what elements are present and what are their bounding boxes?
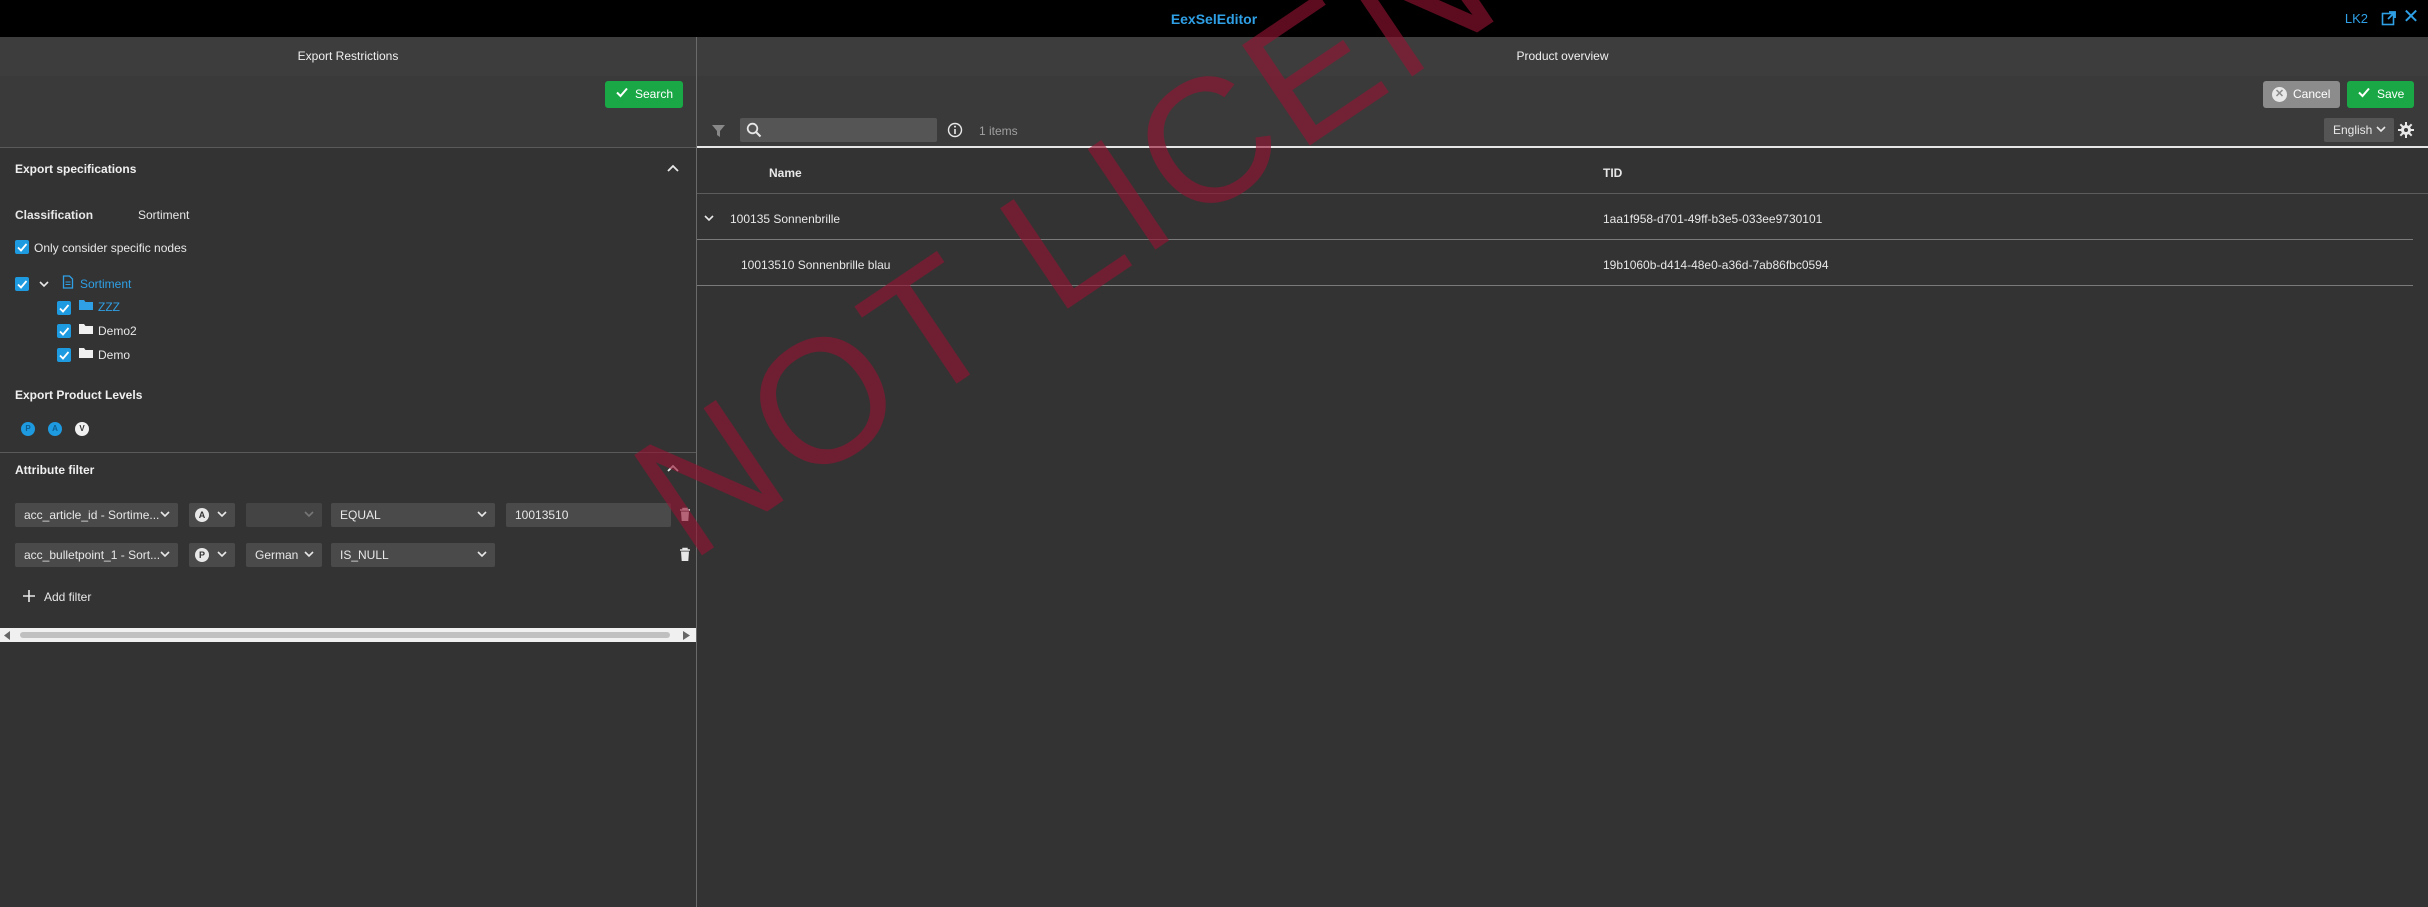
cancel-button[interactable]: ✕ Cancel (2263, 81, 2341, 108)
search-button[interactable]: Search (605, 81, 684, 108)
folder-icon (79, 348, 93, 358)
only-specific-nodes-label: Only consider specific nodes (34, 241, 187, 255)
tree-node-zzz[interactable]: ZZZ (98, 300, 120, 314)
search-input[interactable] (740, 118, 937, 142)
trash-icon[interactable] (679, 507, 691, 522)
tree-checkbox-demo[interactable] (57, 348, 71, 362)
only-specific-nodes-checkbox[interactable] (15, 240, 29, 254)
horizontal-scrollbar[interactable] (0, 628, 696, 642)
folder-icon (79, 300, 93, 310)
cancel-button-label: Cancel (2293, 87, 2331, 101)
export-restrictions-panel: Export Restrictions Search Export specif… (0, 37, 696, 907)
export-specifications-title: Export specifications (15, 162, 137, 176)
filter-attribute-select[interactable]: acc_bulletpoint_1 - Sort... (15, 543, 178, 567)
row-tid: 19b1060b-d414-48e0-a36d-7ab86fbc0594 (1603, 258, 1829, 272)
tree-node-demo2[interactable]: Demo2 (98, 324, 137, 338)
filter-level-select[interactable]: P (189, 543, 235, 567)
item-count: 1 items (979, 124, 1018, 138)
chevron-down-icon[interactable] (703, 213, 715, 223)
check-icon (616, 87, 628, 98)
document-icon (62, 275, 74, 289)
cancel-icon: ✕ (2272, 87, 2287, 102)
export-restrictions-header: Export Restrictions (0, 37, 696, 76)
filter-level-select[interactable]: A (189, 503, 235, 527)
tree-checkbox-sortiment[interactable] (15, 277, 29, 291)
app-title: EexSelEditor (1170, 11, 1258, 27)
scrollbar-thumb[interactable] (20, 632, 670, 638)
trash-icon[interactable] (679, 547, 691, 562)
column-header-name[interactable]: Name (769, 166, 802, 180)
product-level-p[interactable]: P (21, 422, 35, 436)
left-toolbar: Search (0, 76, 696, 112)
filter-attribute-select[interactable]: acc_article_id - Sortime... (15, 503, 178, 527)
row-tid: 1aa1f958-d701-49ff-b3e5-033ee9730101 (1603, 212, 1823, 226)
language-select[interactable]: English (2324, 118, 2394, 142)
export-product-levels-title: Export Product Levels (15, 388, 143, 402)
filter-icon[interactable] (711, 124, 726, 138)
product-level-v[interactable]: V (75, 422, 89, 436)
left-subbar (0, 112, 696, 148)
save-button-label: Save (2377, 87, 2405, 101)
check-icon (2358, 87, 2370, 98)
section-divider (0, 452, 696, 453)
collapse-attribute-filter-icon[interactable] (666, 463, 680, 473)
folder-icon (79, 324, 93, 334)
tree-node-demo[interactable]: Demo (98, 348, 130, 362)
right-toolbar: ✕ Cancel Save (697, 76, 2428, 112)
row-name: 10013510 Sonnenbrille blau (741, 258, 891, 272)
product-overview-panel: Product overview ✕ Cancel Save 1 items E… (697, 37, 2428, 907)
gear-icon[interactable] (2398, 122, 2414, 138)
collapse-export-specs-icon[interactable] (666, 163, 680, 173)
filter-operator-select[interactable]: EQUAL (331, 503, 495, 527)
table-row[interactable]: 10013510 Sonnenbrille blau 19b1060b-d414… (697, 241, 2413, 286)
column-header-tid[interactable]: TID (1603, 166, 1622, 180)
table-row[interactable]: 100135 Sonnenbrille 1aa1f958-d701-49ff-b… (697, 195, 2413, 240)
external-link-icon[interactable] (2381, 10, 2397, 26)
row-name: 100135 Sonnenbrille (730, 212, 841, 226)
classification-label: Classification (15, 208, 94, 222)
filter-language-select (246, 503, 322, 527)
classification-value: Sortiment (138, 208, 190, 222)
plus-icon[interactable] (22, 589, 36, 603)
search-button-label: Search (635, 87, 674, 101)
product-overview-header: Product overview (697, 37, 2428, 76)
filter-value-input[interactable]: 10013510 (506, 503, 671, 527)
scroll-right-arrow-icon[interactable] (683, 631, 690, 640)
product-level-a[interactable]: A (48, 422, 62, 436)
tree-checkbox-demo2[interactable] (57, 324, 71, 338)
filter-language-select[interactable]: German (246, 543, 322, 567)
add-filter-button[interactable]: Add filter (44, 590, 91, 604)
grid-header: Name TID (697, 150, 2428, 194)
product-search-bar: 1 items English (697, 112, 2428, 148)
scroll-left-arrow-icon[interactable] (4, 631, 11, 640)
chevron-down-icon[interactable] (38, 279, 50, 289)
close-icon[interactable]: ✕ (2402, 7, 2420, 27)
attribute-filter-title: Attribute filter (15, 463, 95, 477)
user-label[interactable]: LK2 (2345, 11, 2368, 26)
filter-operator-select[interactable]: IS_NULL (331, 543, 495, 567)
title-bar: EexSelEditor LK2 ✕ (0, 0, 2428, 37)
tree-node-sortiment[interactable]: Sortiment (80, 277, 131, 291)
tree-checkbox-zzz[interactable] (57, 301, 71, 315)
info-icon[interactable] (947, 122, 963, 138)
search-icon (746, 122, 762, 138)
save-button[interactable]: Save (2347, 81, 2415, 108)
